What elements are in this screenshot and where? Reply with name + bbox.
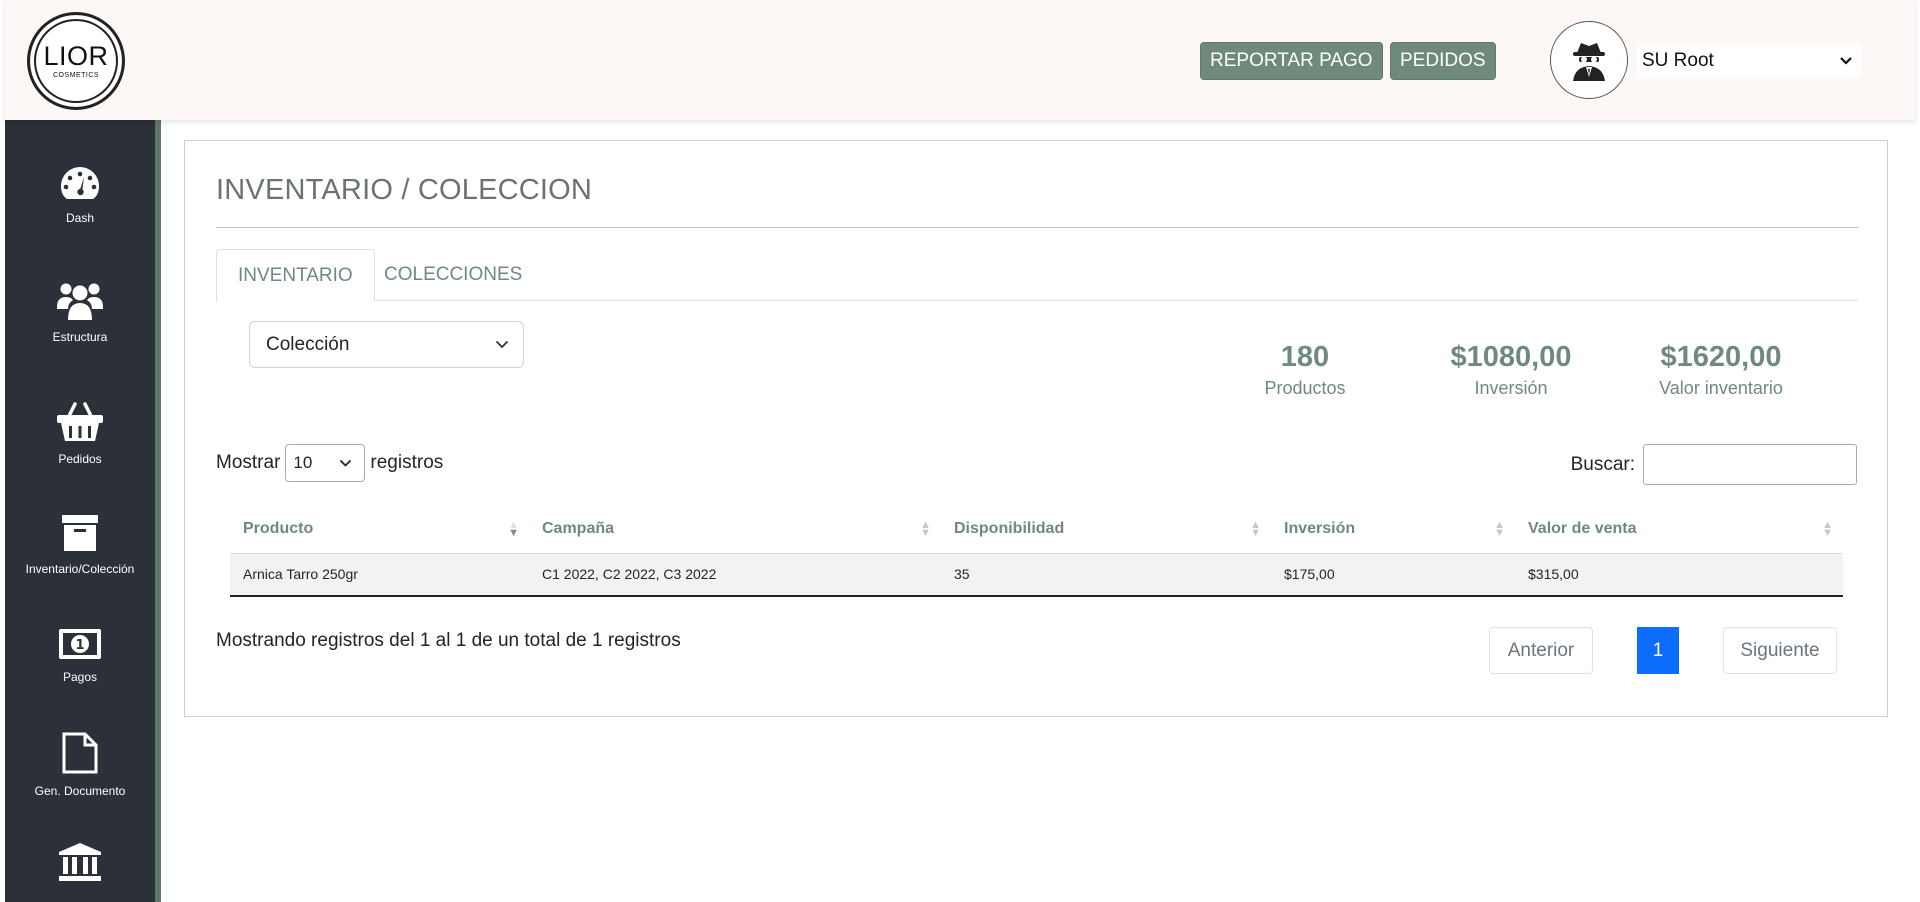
stat-value: 180 <box>1280 341 1330 373</box>
sidebar-item-bank[interactable] <box>5 842 155 882</box>
stat-caption: Inversión <box>1474 378 1548 398</box>
sidebar-item-label: Pedidos <box>58 452 102 466</box>
lior-logo[interactable]: LIOR COSMETICS <box>27 12 125 110</box>
search-label: Buscar: <box>1570 453 1635 475</box>
spy-icon <box>1573 43 1605 81</box>
sidebar-item-pagos[interactable]: 1 Pagos <box>5 628 155 684</box>
stat-productos: 180 Productos <box>1235 341 1375 399</box>
collection-select-value: Colección <box>266 333 350 355</box>
sort-icon: ▲ ▼ <box>1250 519 1261 539</box>
sidebar-item-dash[interactable]: Dash <box>5 165 155 225</box>
page-length-control: Mostrar 10 registros <box>216 444 443 482</box>
logo-subtext: COSMETICS <box>52 72 100 79</box>
archive-box-icon <box>62 515 98 551</box>
pagination-next-button[interactable]: Siguiente <box>1723 627 1837 674</box>
chevron-down-icon <box>1840 57 1852 65</box>
sidebar-item-label: Gen. Documento <box>34 784 126 798</box>
column-header-inversion[interactable]: Inversión ▲ ▼ <box>1271 505 1515 553</box>
show-label: Mostrar <box>216 452 281 473</box>
sort-icon: ▲ ▼ <box>1494 519 1505 539</box>
table-header-row: Producto ▲ ▼ Campaña ▲ ▼ Disponibilidad ▲ ▼… <box>230 505 1843 553</box>
svg-text:1: 1 <box>75 638 84 653</box>
inventory-table: Producto ▲ ▼ Campaña ▲ ▼ Disponibilidad ▲ ▼… <box>230 505 1843 597</box>
title-divider <box>216 227 1859 228</box>
sidebar-item-inventario[interactable]: Inventario/Colección <box>5 514 155 576</box>
column-label: Campaña <box>542 519 615 537</box>
sidebar-item-label: Inventario/Colección <box>25 562 135 576</box>
sidebar: Dash Estructura Pedidos Inventario/Colec… <box>5 120 161 902</box>
search-input[interactable] <box>1643 444 1857 485</box>
tab-bar: INVENTARIO COLECCIONES <box>216 249 1859 302</box>
column-header-disponibilidad[interactable]: Disponibilidad ▲ ▼ <box>941 505 1271 553</box>
column-header-producto[interactable]: Producto ▲ ▼ <box>230 505 529 553</box>
tab-inventario[interactable]: INVENTARIO <box>216 249 375 302</box>
stat-inversion: $1080,00 Inversión <box>1441 341 1581 399</box>
records-label: registros <box>370 452 444 473</box>
sidebar-item-label: Pagos <box>62 670 98 684</box>
bank-icon <box>59 843 101 881</box>
logo-text: LIOR <box>43 41 109 71</box>
basket-icon <box>57 402 103 441</box>
page-title: INVENTARIO / COLECCION <box>216 174 593 206</box>
pagination-page-1[interactable]: 1 <box>1637 627 1679 674</box>
stat-valor-inventario: $1620,00 Valor inventario <box>1636 341 1806 399</box>
sidebar-item-label: Estructura <box>52 330 108 344</box>
page-length-value: 10 <box>293 453 313 472</box>
column-header-valor-venta[interactable]: Valor de venta ▲ ▼ <box>1515 505 1843 553</box>
sidebar-item-gen-documento[interactable]: Gen. Documento <box>5 732 155 798</box>
stat-value: $1620,00 <box>1660 341 1782 373</box>
banknote-icon: 1 <box>59 629 101 659</box>
stat-value: $1080,00 <box>1450 341 1572 373</box>
column-label: Valor de venta <box>1528 519 1637 537</box>
cell-valor-venta: $315,00 <box>1515 552 1843 597</box>
cell-inversion: $175,00 <box>1271 552 1515 597</box>
sort-desc-icon: ▲ ▼ <box>508 519 519 539</box>
user-menu-select[interactable]: SU Root <box>1637 45 1861 77</box>
search-control: Buscar: <box>1571 444 1857 485</box>
orders-button[interactable]: PEDIDOS <box>1390 42 1496 80</box>
avatar[interactable] <box>1550 21 1628 99</box>
dashboard-gauge-icon <box>61 167 99 199</box>
inventory-card: INVENTARIO / COLECCION INVENTARIO COLECC… <box>184 140 1888 717</box>
sidebar-item-estructura[interactable]: Estructura <box>5 280 155 344</box>
table-info: Mostrando registros del 1 al 1 de un tot… <box>216 630 681 651</box>
page-length-select[interactable]: 10 <box>285 444 366 482</box>
tab-colecciones[interactable]: COLECCIONES <box>363 249 543 301</box>
sort-icon: ▲ ▼ <box>1822 519 1833 539</box>
stat-caption: Productos <box>1264 378 1346 398</box>
cell-campana: C1 2022, C2 2022, C3 2022 <box>529 552 941 597</box>
users-icon <box>57 283 103 320</box>
chevron-down-icon <box>495 340 509 349</box>
column-label: Inversión <box>1284 519 1356 537</box>
report-payment-button[interactable]: REPORTAR PAGO <box>1200 42 1383 80</box>
stat-caption: Valor inventario <box>1659 378 1783 398</box>
column-label: Producto <box>243 519 314 537</box>
document-icon <box>62 732 98 774</box>
table-row[interactable]: Arnica Tarro 250gr C1 2022, C2 2022, C3 … <box>230 552 1843 597</box>
cell-disponibilidad: 35 <box>941 552 1271 597</box>
top-header: LIOR COSMETICS REPORTAR PAGO PEDIDOS SU … <box>5 0 1915 120</box>
column-header-campana[interactable]: Campaña ▲ ▼ <box>529 505 941 553</box>
cell-producto: Arnica Tarro 250gr <box>230 552 529 597</box>
sort-icon: ▲ ▼ <box>920 519 931 539</box>
collection-select[interactable]: Colección <box>249 321 524 368</box>
column-label: Disponibilidad <box>954 519 1065 537</box>
pagination-previous-button[interactable]: Anterior <box>1489 627 1593 674</box>
chevron-down-icon <box>340 459 352 467</box>
sidebar-item-pedidos[interactable]: Pedidos <box>5 402 155 466</box>
sidebar-item-label: Dash <box>65 211 94 225</box>
user-name: SU Root <box>1642 50 1714 71</box>
